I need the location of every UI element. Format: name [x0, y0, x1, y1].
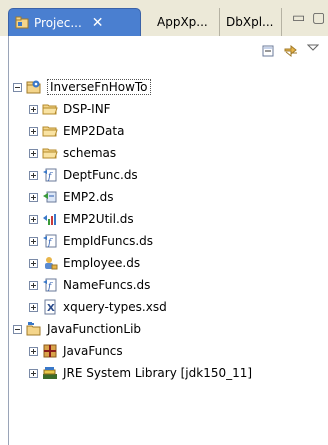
tree-item-label: EMP2.ds — [63, 190, 114, 204]
close-icon[interactable]: ✕ — [92, 15, 104, 31]
tree-item-label: DSP-INF — [63, 102, 111, 116]
expand-icon[interactable] — [29, 170, 38, 180]
tree-item-label: xquery-types.xsd — [63, 300, 167, 314]
folder-icon — [42, 101, 58, 117]
link-with-editor-icon[interactable] — [283, 44, 299, 61]
tree-item-dsp-inf[interactable]: DSP-INF — [29, 98, 111, 120]
entity-ds-icon — [42, 189, 58, 205]
util-ds-icon — [42, 211, 58, 227]
collapse-icon[interactable] — [13, 324, 22, 334]
tree-item-schemas[interactable]: schemas — [29, 142, 116, 164]
tree-item-jre-system-library[interactable]: JRE System Library [jdk150_11] — [29, 362, 252, 384]
package-icon — [42, 343, 58, 359]
tab-dbxplorer-label: DbXpl... — [226, 15, 274, 29]
expand-icon[interactable] — [29, 104, 38, 114]
tree-item-label: Employee.ds — [63, 256, 141, 270]
tree-item-emp2-ds[interactable]: EMP2.ds — [29, 186, 114, 208]
project-icon — [26, 79, 42, 95]
tab-project-explorer[interactable]: Projec... ✕ — [8, 8, 141, 36]
collapse-all-icon[interactable] — [261, 44, 275, 61]
minimize-icon[interactable]: ▭ — [292, 10, 305, 26]
tree-item-label: JavaFuncs — [63, 344, 123, 358]
tree-item-empidfuncs-ds[interactable]: f EmpIdFuncs.ds — [29, 230, 153, 252]
tab-project-explorer-label: Projec... — [34, 15, 82, 30]
tree-item-deptfunc-ds[interactable]: f DeptFunc.ds — [29, 164, 138, 186]
folder-icon — [42, 145, 58, 161]
folder-icon — [42, 123, 58, 139]
tree-item-label: InverseFnHowTo — [47, 79, 151, 95]
tree-item-label: EMP2Data — [63, 124, 125, 138]
tab-dbxplorer[interactable]: DbXpl... — [220, 8, 282, 36]
tree-item-namefuncs-ds[interactable]: f NameFuncs.ds — [29, 274, 150, 296]
tree-item-label: EmpIdFuncs.ds — [63, 234, 154, 248]
tree-item-xquery-types-xsd[interactable]: X xquery-types.xsd — [29, 296, 167, 318]
java-project-icon — [26, 321, 42, 337]
function-ds-icon: f — [42, 167, 58, 183]
view-menu-icon[interactable] — [306, 42, 320, 56]
expand-icon[interactable] — [29, 346, 38, 356]
tree-item-inversefnhowto[interactable]: InverseFnHowTo — [13, 76, 151, 98]
expand-icon[interactable] — [29, 302, 38, 312]
view-toolbar — [8, 36, 328, 68]
tree-item-label: schemas — [63, 146, 117, 160]
tree-item-label: JavaFunctionLib — [47, 322, 142, 336]
tree-item-javafuncs[interactable]: JavaFuncs — [29, 340, 123, 362]
collapse-icon[interactable] — [13, 82, 22, 92]
tree-item-label: NameFuncs.ds — [63, 278, 151, 292]
expand-icon[interactable] — [29, 236, 38, 246]
project-tree: InverseFnHowTo DSP-INF EMP2Data schemas … — [8, 68, 328, 445]
library-icon — [42, 365, 58, 381]
tree-item-emp2data[interactable]: EMP2Data — [29, 120, 124, 142]
project-explorer-icon — [15, 16, 29, 30]
expand-icon[interactable] — [29, 368, 38, 378]
tree-item-label: EMP2Util.ds — [63, 212, 134, 226]
svg-text:X: X — [47, 303, 55, 314]
expand-icon[interactable] — [29, 214, 38, 224]
maximize-icon[interactable]: ▢ — [312, 10, 325, 26]
tab-appxplorer-label: AppXp... — [157, 15, 208, 29]
tree-item-employee-ds[interactable]: Employee.ds — [29, 252, 140, 274]
expand-icon[interactable] — [29, 126, 38, 136]
function-ds-icon: f — [42, 277, 58, 293]
tree-item-emp2util-ds[interactable]: EMP2Util.ds — [29, 208, 134, 230]
tree-item-label: DeptFunc.ds — [63, 168, 138, 182]
tree-item-label: JRE System Library [jdk150_11] — [63, 366, 253, 380]
view-tab-strip: Projec... ✕ AppXp... DbXpl... ▭ ▢ — [0, 0, 328, 36]
expand-icon[interactable] — [29, 192, 38, 202]
expand-icon[interactable] — [29, 148, 38, 158]
xsd-icon: X — [42, 299, 58, 315]
function-ds-icon: f — [42, 233, 58, 249]
tree-item-javafunctionlib[interactable]: JavaFunctionLib — [13, 318, 141, 340]
expand-icon[interactable] — [29, 258, 38, 268]
expand-icon[interactable] — [29, 280, 38, 290]
tab-appxplorer[interactable]: AppXp... — [141, 8, 220, 36]
employee-ds-icon — [42, 255, 58, 271]
